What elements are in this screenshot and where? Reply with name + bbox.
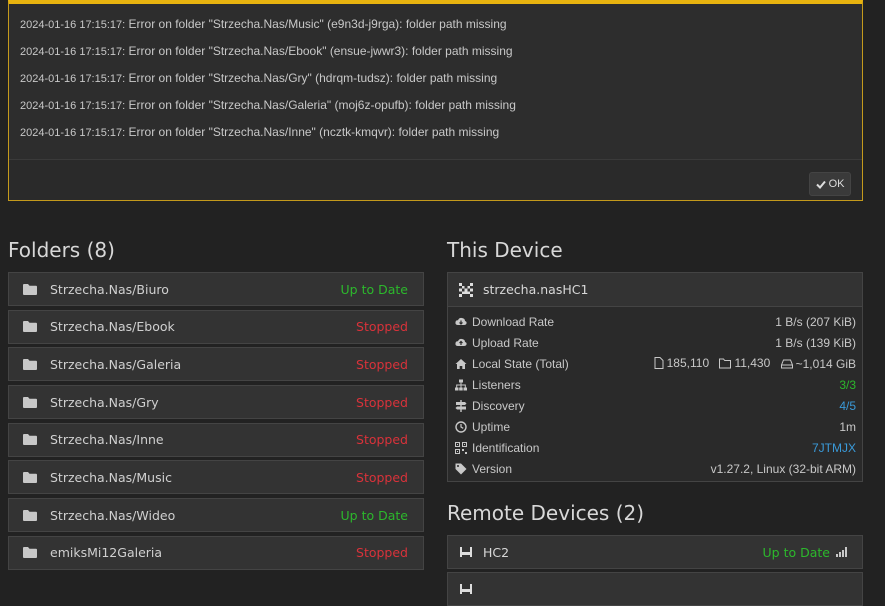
- hdd-icon: [780, 359, 793, 368]
- alert-line: 2024-01-16 17:15:17: Error on folder "St…: [20, 125, 500, 139]
- clock-icon: [455, 420, 467, 433]
- identification-value[interactable]: 7JTMJX: [812, 441, 856, 455]
- cloud-upload-icon: [455, 338, 467, 346]
- device-info-rows: Download Rate 1 B/s (207 KiB) Upload Rat…: [448, 307, 862, 479]
- folder-icon: [23, 321, 37, 333]
- sitemap-icon: [455, 379, 467, 390]
- folder-name: Strzecha.Nas/Biuro: [50, 281, 169, 297]
- folder-list: Strzecha.Nas/Biuro Up to Date Strzecha.N…: [8, 272, 424, 574]
- check-icon: [815, 180, 826, 189]
- download-rate-row: Download Rate 1 B/s (207 KiB): [448, 311, 862, 332]
- alert-line: 2024-01-16 17:15:17: Error on folder "St…: [20, 44, 513, 58]
- folder-status: Up to Date: [340, 507, 408, 523]
- folder-icon: [23, 471, 37, 483]
- folder-name: Strzecha.Nas/Galeria: [50, 356, 182, 372]
- folder-item[interactable]: Strzecha.Nas/Wideo Up to Date: [8, 498, 424, 533]
- home-icon: [455, 358, 467, 369]
- folder-name: Strzecha.Nas/Inne: [50, 432, 164, 448]
- folder-item[interactable]: Strzecha.Nas/Galeria Stopped: [8, 347, 424, 382]
- device-header[interactable]: strzecha.nasHC1: [448, 273, 862, 307]
- folder-name: Strzecha.Nas/Gry: [50, 394, 159, 410]
- folder-status: Stopped: [356, 394, 408, 410]
- alert-line: 2024-01-16 17:15:17: Error on folder "St…: [20, 98, 516, 112]
- folders-title: Folders (8): [8, 238, 115, 262]
- folder-name: Strzecha.Nas/Music: [50, 469, 172, 485]
- tag-icon: [455, 463, 467, 474]
- remote-device-name: HC2: [483, 544, 510, 560]
- cloud-download-icon: [455, 317, 467, 325]
- signpost-icon: [455, 399, 467, 412]
- folder-outline-icon: [719, 358, 732, 368]
- folder-status: Stopped: [356, 469, 408, 485]
- local-state-value: 185,110 11,430 ~1,014 GiB: [647, 356, 856, 372]
- qrcode-icon: [455, 441, 467, 454]
- uptime-row: Uptime 1m: [448, 416, 862, 437]
- this-device-title: This Device: [447, 238, 563, 262]
- remote-device-status: Up to Date: [762, 544, 830, 560]
- remote-device-item[interactable]: HC2 Up to Date: [447, 535, 863, 569]
- folder-item[interactable]: Strzecha.Nas/Inne Stopped: [8, 422, 424, 457]
- upload-rate-row: Upload Rate 1 B/s (139 KiB): [448, 332, 862, 353]
- desktop-icon: [460, 547, 472, 557]
- folder-item[interactable]: Strzecha.Nas/Gry Stopped: [8, 385, 424, 420]
- folder-name: emiksMi12Galeria: [50, 545, 163, 561]
- identicon-icon: [459, 282, 473, 297]
- folder-item[interactable]: emiksMi12Galeria Stopped: [8, 535, 424, 570]
- signal-icon: [836, 547, 847, 557]
- version-row: Version v1.27.2, Linux (32-bit ARM): [448, 458, 862, 479]
- local-state-row: Local State (Total) 185,110 11,430 ~1,01…: [448, 353, 862, 374]
- this-device-panel: strzecha.nasHC1 Download Rate 1 B/s (207…: [447, 272, 863, 482]
- upload-rate-value: 1 B/s (139 KiB): [775, 335, 856, 350]
- folder-status: Stopped: [356, 356, 408, 372]
- folder-status: Stopped: [356, 432, 408, 448]
- folder-name: Strzecha.Nas/Wideo: [50, 507, 176, 523]
- alert-messages: 2024-01-16 17:15:17: Error on folder "St…: [9, 4, 862, 149]
- folder-item[interactable]: Strzecha.Nas/Biuro Up to Date: [8, 272, 424, 306]
- discovery-row: Discovery 4/5: [448, 395, 862, 416]
- folder-icon: [23, 283, 37, 295]
- alert-line: 2024-01-16 17:15:17: Error on folder "St…: [20, 17, 507, 31]
- folder-name: Strzecha.Nas/Ebook: [50, 319, 175, 335]
- folder-status: Stopped: [356, 545, 408, 561]
- discovery-value[interactable]: 4/5: [839, 399, 856, 413]
- alert-footer: OK: [9, 159, 862, 200]
- folder-status: Stopped: [356, 319, 408, 335]
- listeners-value[interactable]: 3/3: [839, 378, 856, 392]
- identification-row: Identification 7JTMJX: [448, 437, 862, 458]
- ok-button[interactable]: OK: [809, 172, 851, 196]
- folder-icon: [23, 358, 37, 370]
- folder-item[interactable]: Strzecha.Nas/Music Stopped: [8, 460, 424, 495]
- listeners-row: Listeners 3/3: [448, 374, 862, 395]
- file-icon: [654, 356, 664, 369]
- folder-icon: [23, 434, 37, 446]
- folder-icon: [23, 396, 37, 408]
- error-alert-panel: 2024-01-16 17:15:17: Error on folder "St…: [8, 0, 863, 201]
- folder-icon: [23, 509, 37, 521]
- download-rate-value: 1 B/s (207 KiB): [775, 314, 856, 329]
- folder-icon: [23, 547, 37, 559]
- uptime-value: 1m: [839, 419, 856, 434]
- version-value: v1.27.2, Linux (32-bit ARM): [710, 461, 856, 476]
- folder-item[interactable]: Strzecha.Nas/Ebook Stopped: [8, 309, 424, 344]
- remote-device-item-partial[interactable]: [447, 572, 863, 606]
- folder-status: Up to Date: [340, 281, 408, 297]
- alert-line: 2024-01-16 17:15:17: Error on folder "St…: [20, 71, 498, 85]
- remote-devices-title: Remote Devices (2): [447, 501, 645, 525]
- device-name: strzecha.nasHC1: [483, 282, 589, 297]
